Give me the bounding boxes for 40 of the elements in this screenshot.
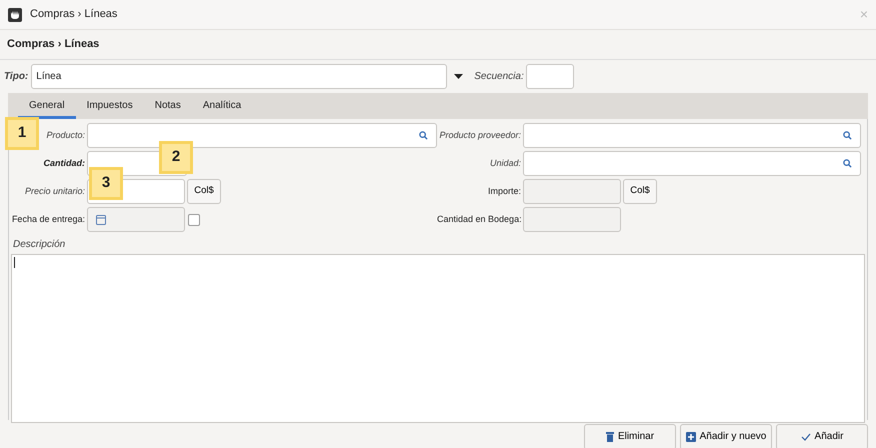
input-field[interactable] — [87, 123, 437, 148]
trash-icon — [606, 432, 614, 442]
tab[interactable]: Analítica — [192, 92, 252, 118]
field-label: Secuencia: — [474, 70, 524, 84]
search-icon[interactable] — [419, 131, 428, 140]
input-field[interactable] — [523, 151, 861, 176]
caret-icon — [454, 74, 463, 78]
callout-tooltip: 3 — [89, 166, 123, 200]
search-icon[interactable] — [843, 131, 852, 140]
callout-tooltip: 1 — [5, 116, 39, 150]
text-cursor — [14, 256, 15, 268]
input-field[interactable] — [523, 123, 861, 148]
plus-icon — [686, 432, 696, 442]
tab[interactable]: Impuestos — [76, 92, 144, 118]
check-icon — [800, 432, 811, 440]
description-textarea[interactable] — [11, 254, 865, 422]
field-label: Tipo: — [4, 70, 28, 84]
field-label: Producto proveedor: — [439, 130, 521, 140]
type-dropdown[interactable]: Línea — [31, 64, 448, 88]
tab[interactable]: Notas — [144, 92, 192, 118]
sequence-field[interactable] — [526, 64, 574, 88]
callout-tooltip: 2 — [159, 140, 193, 174]
field-label: Producto: — [46, 130, 85, 140]
description-label: Descripción — [12, 238, 66, 252]
page-heading: Compras › Líneas — [0, 30, 876, 60]
currency-button[interactable]: Col$ — [187, 179, 221, 204]
field-label: Unidad: — [490, 158, 521, 168]
field-label: Importe: — [488, 186, 521, 196]
search-icon[interactable] — [843, 159, 852, 168]
field-label: Precio unitario: — [24, 186, 85, 196]
dropdown-value: Línea — [36, 70, 62, 84]
field-label: Cantidad en Bodega: — [437, 214, 522, 224]
app-logo-icon — [8, 8, 22, 22]
field-label: Cantidad: — [44, 158, 85, 168]
action-button[interactable]: Añadir — [776, 424, 868, 448]
action-button[interactable]: Eliminar — [584, 424, 676, 448]
field-label: Fecha de entrega: — [12, 214, 85, 224]
tab[interactable]: General — [18, 92, 76, 118]
window-title: Compras › Líneas — [30, 7, 118, 22]
action-button[interactable]: Añadir y nuevo — [680, 424, 772, 448]
